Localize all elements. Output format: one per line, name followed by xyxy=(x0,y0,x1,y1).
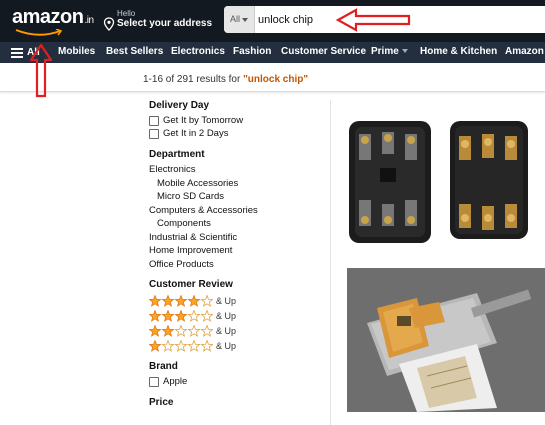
price-title: Price xyxy=(149,397,174,408)
star-empty-icon xyxy=(187,309,201,322)
product-image-unlock-chip-adapters[interactable] xyxy=(347,104,545,254)
department-office-products[interactable]: Office Products xyxy=(149,258,329,272)
brand-option-apple[interactable]: Apple xyxy=(149,375,329,388)
delivery-option-tomorrow[interactable]: Get It by Tomorrow xyxy=(149,114,329,127)
star-empty-icon xyxy=(200,324,213,337)
caret-down-icon xyxy=(401,49,408,54)
product-image-sim-tray-chip[interactable] xyxy=(347,268,545,412)
star-filled-icon xyxy=(149,339,162,352)
nav-item-prime-label: Prime xyxy=(371,46,399,57)
star-filled-icon xyxy=(187,294,201,307)
review-filter-2-stars[interactable]: & Up xyxy=(149,323,329,338)
department-title: Department xyxy=(149,149,205,160)
nav-item-electronics[interactable]: Electronics xyxy=(171,46,225,57)
results-count: 1-16 of 291 results for "unlock chip" xyxy=(143,74,308,85)
nav-item-customer-service[interactable]: Customer Service xyxy=(281,46,366,57)
filter-sidebar: Delivery Day Get It by Tomorrow Get It i… xyxy=(149,100,329,411)
star-empty-icon xyxy=(200,294,213,307)
delivery-option-label: Get It in 2 Days xyxy=(163,128,229,139)
star-filled-icon xyxy=(149,294,162,307)
column-divider xyxy=(330,100,331,425)
logo-suffix: .in xyxy=(84,15,94,26)
search-category-label: All xyxy=(230,14,241,24)
delivery-option-2-days[interactable]: Get It in 2 Days xyxy=(149,127,329,140)
star-filled-icon xyxy=(149,309,162,322)
brand-option-label: Apple xyxy=(163,376,188,387)
star-empty-icon xyxy=(187,324,201,337)
checkbox[interactable] xyxy=(149,128,159,139)
star-filled-icon xyxy=(161,324,175,337)
nav-item-fashion[interactable]: Fashion xyxy=(233,46,271,57)
review-filter-3-stars[interactable]: & Up xyxy=(149,308,329,323)
results-info-bar: 1-16 of 291 results for "unlock chip" xyxy=(0,63,545,92)
sim-tray-image xyxy=(347,268,545,412)
star-empty-icon xyxy=(161,339,175,352)
star-rating-icon xyxy=(149,309,213,322)
nav-item-home-kitchen[interactable]: Home & Kitchen xyxy=(420,46,497,57)
checkbox[interactable] xyxy=(149,115,159,126)
review-filter-label: & Up xyxy=(216,310,237,321)
hamburger-icon xyxy=(11,47,23,58)
review-filter-list: & Up & Up & Up & Up xyxy=(149,293,329,353)
nav-bar: All Mobiles Best Sellers Electronics Fas… xyxy=(0,42,545,63)
review-filter-1-stars[interactable]: & Up xyxy=(149,338,329,353)
top-header: amazon.in Hello Select your address All xyxy=(0,0,545,42)
star-empty-icon xyxy=(174,339,188,352)
star-empty-icon xyxy=(200,309,213,322)
search-category-dropdown[interactable]: All xyxy=(224,6,255,33)
nav-item-prime[interactable]: Prime xyxy=(371,46,408,57)
department-mobile-accessories[interactable]: Mobile Accessories xyxy=(149,177,329,191)
logo-text: amazon xyxy=(12,6,84,28)
review-filter-label: & Up xyxy=(216,340,237,351)
delivery-day-title: Delivery Day xyxy=(149,100,210,111)
customer-review-title: Customer Review xyxy=(149,279,233,290)
location-pin-icon xyxy=(103,17,115,31)
department-electronics[interactable]: Electronics xyxy=(149,163,329,177)
star-filled-icon xyxy=(174,294,188,307)
results-count-text: 1-16 of 291 results for xyxy=(143,74,244,85)
nav-item-mobiles[interactable]: Mobiles xyxy=(58,46,95,57)
star-rating-icon xyxy=(149,339,213,352)
nav-item-amazon-pay[interactable]: Amazon P xyxy=(505,46,545,57)
star-rating-icon xyxy=(149,324,213,337)
department-industrial-scientific[interactable]: Industrial & Scientific xyxy=(149,231,329,245)
department-micro-sd-cards[interactable]: Micro SD Cards xyxy=(149,190,329,204)
caret-down-icon xyxy=(242,17,249,22)
deliver-address: Select your address xyxy=(117,18,213,29)
review-filter-4-stars[interactable]: & Up xyxy=(149,293,329,308)
star-empty-icon xyxy=(174,324,188,337)
star-rating-icon xyxy=(149,294,213,307)
delivery-option-label: Get It by Tomorrow xyxy=(163,115,244,126)
department-components[interactable]: Components xyxy=(149,217,329,231)
nav-item-best-sellers[interactable]: Best Sellers xyxy=(106,46,163,57)
deliver-hello: Hello xyxy=(117,9,136,18)
annotation-arrow-left xyxy=(336,8,411,32)
brand-title: Brand xyxy=(149,361,178,372)
star-empty-icon xyxy=(200,339,213,352)
department-computers-accessories[interactable]: Computers & Accessories xyxy=(149,204,329,218)
annotation-arrow-up xyxy=(30,44,52,98)
checkbox[interactable] xyxy=(149,376,159,387)
chip-adapter-image xyxy=(349,121,528,243)
review-filter-label: & Up xyxy=(216,325,237,336)
department-home-improvement[interactable]: Home Improvement xyxy=(149,244,329,258)
results-query: "unlock chip" xyxy=(243,74,309,85)
logo-smile-icon xyxy=(15,29,63,36)
star-filled-icon xyxy=(161,309,175,322)
review-filter-label: & Up xyxy=(216,295,237,306)
star-filled-icon xyxy=(161,294,175,307)
star-empty-icon xyxy=(187,339,201,352)
star-filled-icon xyxy=(174,309,188,322)
amazon-logo[interactable]: amazon.in xyxy=(12,6,94,29)
star-filled-icon xyxy=(149,324,162,337)
